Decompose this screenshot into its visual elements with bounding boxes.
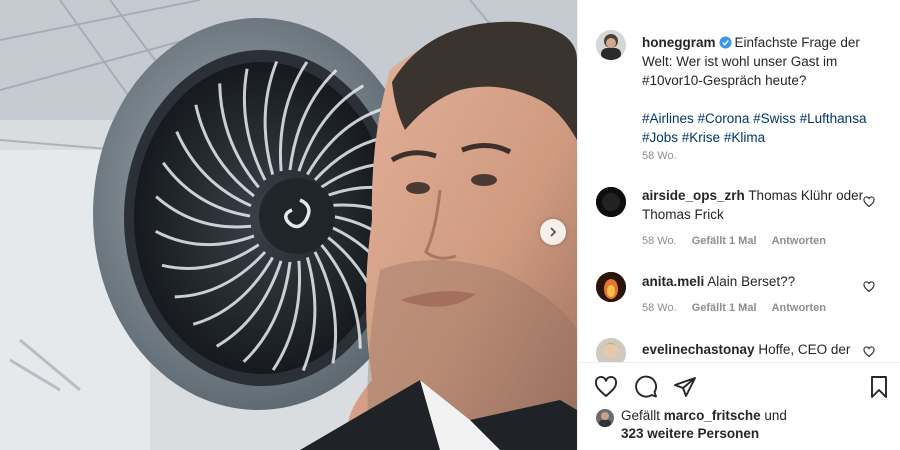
comment-likes-link[interactable]: Gefällt 1 Mal (692, 302, 757, 314)
comment-like-heart-icon[interactable] (863, 281, 875, 293)
comment-body: evelinechastonay Hoffe, CEO der (642, 340, 867, 359)
author-avatar[interactable] (596, 30, 626, 60)
comment-age[interactable]: 58 Wo. (642, 302, 677, 314)
liker-avatar[interactable] (596, 409, 614, 427)
author-username[interactable]: honeggram (642, 35, 716, 50)
likes-others-link[interactable]: 323 weitere Personen (621, 426, 759, 441)
comment-likes-link[interactable]: Gefällt 1 Mal (692, 235, 757, 247)
post-caption: honeggram Einfachste Frage der Welt: Wer … (642, 33, 882, 147)
comment-meta: 58 Wo. Gefällt 1 Mal Antworten (642, 235, 838, 247)
commenter-avatar[interactable] (596, 338, 626, 362)
hashtag-klima[interactable]: #Klima (724, 130, 765, 145)
verified-badge-icon (718, 36, 732, 49)
post-actions-bar: Gefällt marco_fritsche und 323 weitere P… (578, 362, 900, 450)
comment-age[interactable]: 58 Wo. (642, 235, 677, 247)
commenter-avatar[interactable] (596, 272, 626, 302)
comment-like-heart-icon[interactable] (863, 196, 875, 208)
likes-joiner: und (764, 408, 787, 423)
comment-icon[interactable] (634, 375, 658, 399)
comment-text: Alain Berset?? (707, 274, 796, 289)
hashtag-swiss[interactable]: #Swiss (753, 111, 796, 126)
post-timestamp[interactable]: 58 Wo. (642, 150, 677, 162)
post-photo[interactable] (0, 0, 577, 450)
commenter-username[interactable]: anita.meli (642, 274, 704, 289)
reply-button[interactable]: Antworten (772, 235, 826, 247)
comments-scroll-area[interactable]: honeggram Einfachste Frage der Welt: Wer … (578, 0, 900, 362)
commenter-username[interactable]: airside_ops_zrh (642, 188, 745, 203)
hashtag-airlines[interactable]: #Airlines (642, 111, 694, 126)
post-sidebar: honeggram Einfachste Frage der Welt: Wer … (577, 0, 900, 450)
hashtag-krise[interactable]: #Krise (682, 130, 720, 145)
comment-text: Hoffe, CEO der (758, 342, 851, 357)
likes-summary: Gefällt marco_fritsche und 323 weitere P… (621, 407, 787, 443)
photo-engine-selfie (0, 0, 577, 450)
comment-body: airside_ops_zrh Thomas Klühr oder Thomas… (642, 186, 867, 224)
hashtag-list: #Airlines #Corona #Swiss #Lufthansa #Job… (642, 109, 882, 147)
heart-icon[interactable] (594, 375, 618, 399)
bookmark-icon[interactable] (867, 375, 891, 399)
comment-meta: 58 Wo. Gefällt 1 Mal Antworten (642, 302, 838, 314)
comment-body: anita.meli Alain Berset?? (642, 272, 867, 291)
reply-button[interactable]: Antworten (772, 302, 826, 314)
next-photo-button[interactable] (540, 219, 566, 245)
liker-username[interactable]: marco_fritsche (664, 408, 761, 423)
comment-like-heart-icon[interactable] (863, 346, 875, 358)
likes-prefix: Gefällt (621, 408, 661, 423)
share-icon[interactable] (673, 375, 697, 399)
hashtag-jobs[interactable]: #Jobs (642, 130, 678, 145)
hashtag-corona[interactable]: #Corona (698, 111, 750, 126)
commenter-username[interactable]: evelinechastonay (642, 342, 755, 357)
hashtag-lufthansa[interactable]: #Lufthansa (800, 111, 867, 126)
commenter-avatar[interactable] (596, 187, 626, 217)
next-arrow-icon (550, 227, 557, 237)
